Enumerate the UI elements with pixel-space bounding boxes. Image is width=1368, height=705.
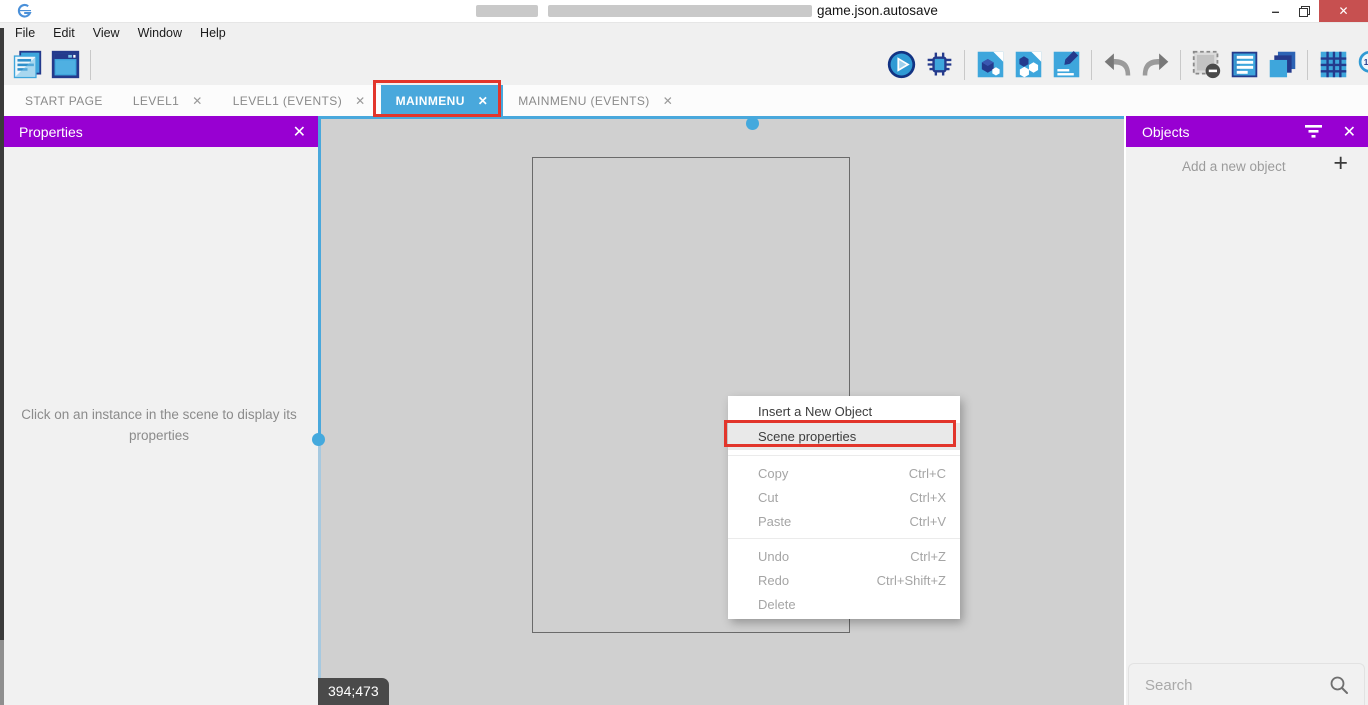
layers-list-icon[interactable]: [1227, 48, 1261, 82]
menu-item-shortcut: Ctrl+X: [910, 490, 946, 505]
edit-scene-icon[interactable]: [1049, 48, 1083, 82]
annotation-box-scene-properties: [724, 420, 956, 447]
menu-item-label: Undo: [758, 549, 910, 564]
redo-icon[interactable]: [1138, 48, 1172, 82]
tab-label: LEVEL1 (EVENTS): [233, 94, 342, 108]
search-input[interactable]: [1145, 670, 1315, 700]
menu-item-edit[interactable]: Edit: [44, 23, 84, 45]
svg-text:1:1: 1:1: [1363, 58, 1368, 67]
menu-item-label: Copy: [758, 466, 909, 481]
menu-item-shortcut: Ctrl+Shift+Z: [877, 573, 946, 588]
toolbar: 1:1: [0, 44, 1368, 85]
objects-panel: Objects ✕ Add a new object +: [1126, 116, 1368, 705]
zoom-1-1-icon[interactable]: 1:1: [1354, 48, 1368, 82]
search-icon: [1329, 675, 1349, 700]
menu-item-label: Delete: [758, 597, 946, 612]
context-menu-item-paste: PasteCtrl+V: [728, 509, 960, 533]
context-menu-item-redo: RedoCtrl+Shift+Z: [728, 568, 960, 592]
gdevelop-logo-icon: [17, 3, 33, 19]
toolbar-separator: [1307, 50, 1308, 80]
menu-item-help[interactable]: Help: [191, 23, 235, 45]
tab-mainmenu-events[interactable]: MAINMENU (EVENTS) ✕: [503, 85, 688, 116]
context-menu-separator: [728, 455, 960, 456]
canvas-left-border: [318, 116, 321, 440]
cursor-coordinates-badge: 394;473: [318, 678, 389, 705]
context-menu-separator: [728, 538, 960, 539]
objects-panel-title: Objects: [1126, 124, 1189, 140]
start-page-icon[interactable]: [48, 48, 82, 82]
tab-close-icon[interactable]: ✕: [663, 94, 673, 108]
object-search-box: [1128, 663, 1365, 705]
tab-label: LEVEL1: [133, 94, 179, 108]
close-icon[interactable]: ✕: [293, 116, 306, 147]
annotation-box-mainmenu-tab: [373, 80, 502, 117]
title-redaction: [476, 5, 538, 17]
screen-edge-strip: [0, 640, 4, 705]
tab-close-icon[interactable]: ✕: [355, 94, 365, 108]
tab-close-icon[interactable]: ✕: [192, 94, 202, 108]
menu-item-window[interactable]: Window: [129, 23, 191, 45]
play-icon[interactable]: [884, 48, 918, 82]
properties-panel-header: Properties ✕: [0, 116, 318, 147]
insert-object-icon[interactable]: [973, 48, 1007, 82]
tab-level1-events[interactable]: LEVEL1 (EVENTS) ✕: [218, 85, 381, 116]
add-object-label: Add a new object: [1182, 159, 1286, 174]
properties-panel-title: Properties: [0, 124, 83, 140]
splitter-handle-top[interactable]: [746, 117, 759, 130]
minimize-button[interactable]: –: [1261, 0, 1290, 22]
tab-bar: START PAGELEVEL1✕LEVEL1 (EVENTS)✕MAINMEN…: [0, 85, 1368, 116]
context-menu-item-undo: UndoCtrl+Z: [728, 544, 960, 568]
layers-stack-icon[interactable]: [1265, 48, 1299, 82]
screen-edge-strip: [0, 28, 4, 640]
properties-empty-message: Click on an instance in the scene to dis…: [8, 404, 310, 446]
add-object-button[interactable]: Add a new object +: [1126, 147, 1368, 185]
menu-item-label: Redo: [758, 573, 877, 588]
tab-level1[interactable]: LEVEL1 ✕: [118, 85, 218, 116]
grid-icon[interactable]: [1316, 48, 1350, 82]
tab-start-page[interactable]: START PAGE: [10, 85, 118, 116]
context-menu-item-copy: CopyCtrl+C: [728, 461, 960, 485]
menu-item-file[interactable]: File: [6, 23, 44, 45]
debugger-icon[interactable]: [922, 48, 956, 82]
titlebar: game.json.autosave – ✕: [0, 0, 1368, 22]
tab-label: MAINMENU (EVENTS): [518, 94, 649, 108]
context-menu-item-delete: Delete: [728, 592, 960, 616]
restore-button[interactable]: [1290, 0, 1319, 22]
menu-item-label: Cut: [758, 490, 910, 505]
toolbar-separator: [1180, 50, 1181, 80]
project-manager-icon[interactable]: [10, 48, 44, 82]
scene-canvas[interactable]: 394;473: [318, 116, 1124, 705]
undo-icon[interactable]: [1100, 48, 1134, 82]
plus-icon[interactable]: +: [1333, 149, 1348, 178]
title-redaction: [548, 5, 812, 17]
filter-icon[interactable]: [1305, 116, 1322, 147]
menu-item-label: Paste: [758, 514, 910, 529]
close-button[interactable]: ✕: [1319, 0, 1368, 22]
tab-label: START PAGE: [25, 94, 103, 108]
toolbar-separator: [90, 50, 91, 80]
window-title: game.json.autosave: [817, 0, 938, 22]
context-menu-item-cut: CutCtrl+X: [728, 485, 960, 509]
menubar: FileEditViewWindowHelp: [0, 22, 1368, 44]
menu-item-shortcut: Ctrl+Z: [910, 549, 946, 564]
menu-item-shortcut: Ctrl+C: [909, 466, 946, 481]
close-icon[interactable]: ✕: [1343, 116, 1356, 147]
toolbar-separator: [1091, 50, 1092, 80]
canvas-left-border-lower: [318, 440, 321, 705]
menu-item-shortcut: Ctrl+V: [910, 514, 946, 529]
toolbar-separator: [964, 50, 965, 80]
objects-panel-header: Objects ✕: [1126, 116, 1368, 147]
mask-icon[interactable]: [1189, 48, 1223, 82]
menu-item-view[interactable]: View: [84, 23, 129, 45]
properties-panel: Properties ✕ Click on an instance in the…: [0, 116, 318, 705]
menu-item-label: Insert a New Object: [758, 404, 946, 419]
splitter-handle-left[interactable]: [312, 433, 325, 446]
insert-objects-icon[interactable]: [1011, 48, 1045, 82]
